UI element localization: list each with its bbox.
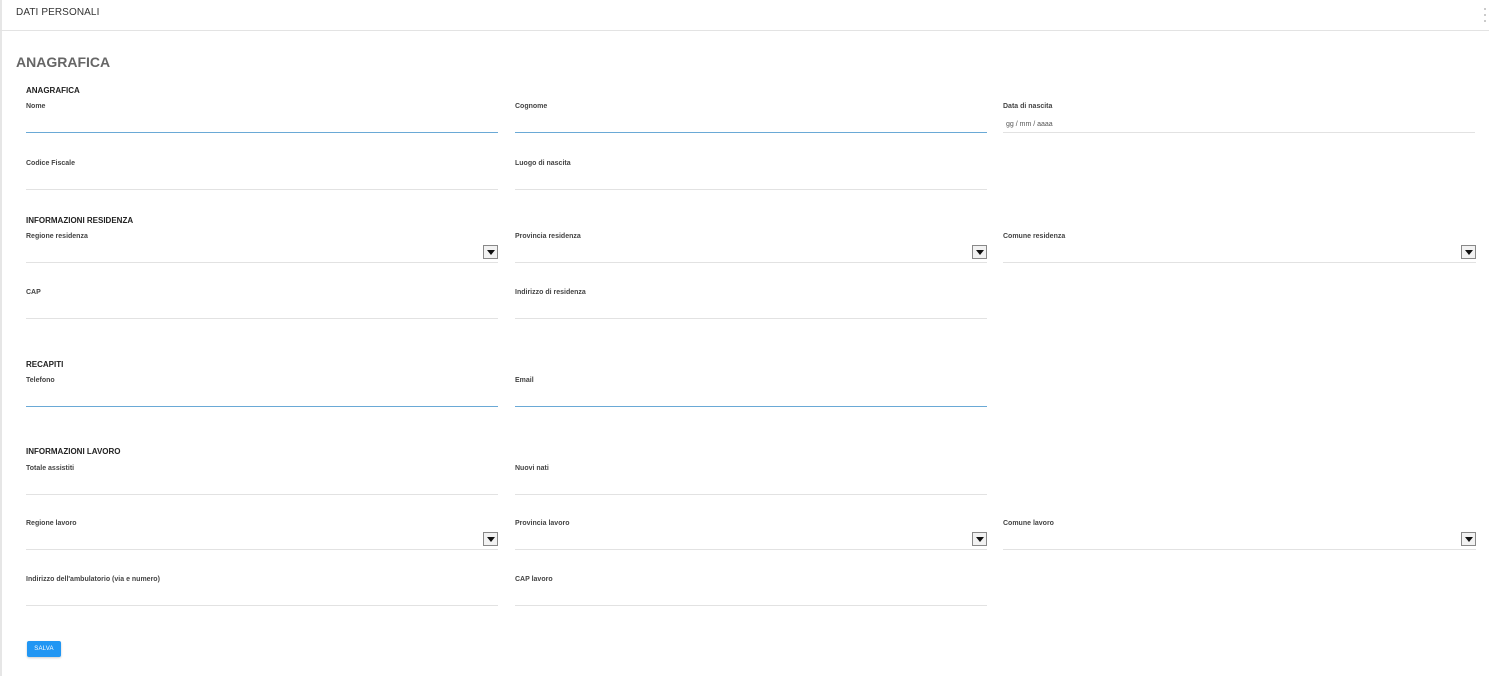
comune-residenza-select[interactable]: Comune residenza bbox=[1003, 233, 1476, 263]
indirizzo-ambulatorio-field[interactable]: Indirizzo dell'ambulatorio (via e numero… bbox=[26, 576, 498, 606]
regione-lavoro-underline bbox=[26, 549, 498, 550]
cap-label: CAP bbox=[26, 289, 41, 296]
comune-lavoro-label: Comune lavoro bbox=[1003, 520, 1054, 527]
email-field[interactable]: Email bbox=[515, 377, 987, 407]
more-vertical-icon[interactable] bbox=[1483, 8, 1487, 22]
indirizzo-residenza-field[interactable]: Indirizzo di residenza bbox=[515, 289, 987, 319]
luogo-nascita-label: Luogo di nascita bbox=[515, 160, 571, 167]
telefono-label: Telefono bbox=[26, 377, 55, 384]
email-label: Email bbox=[515, 377, 534, 384]
nome-label: Nome bbox=[26, 103, 46, 110]
comune-lavoro-underline bbox=[1003, 549, 1476, 550]
section-title-anagrafica: ANAGRAFICA bbox=[26, 86, 80, 95]
provincia-lavoro-underline bbox=[515, 549, 987, 550]
caret-down-icon[interactable] bbox=[483, 532, 498, 546]
indirizzo-residenza-underline bbox=[515, 318, 987, 319]
caret-down-icon[interactable] bbox=[972, 245, 987, 259]
data-nascita-label: Data di nascita bbox=[1003, 103, 1053, 110]
nome-field[interactable]: Nome bbox=[26, 103, 498, 133]
section-title-recapiti: RECAPITI bbox=[26, 360, 64, 369]
regione-residenza-select[interactable]: Regione residenza bbox=[26, 233, 498, 263]
cap-lavoro-label: CAP lavoro bbox=[515, 576, 553, 583]
provincia-residenza-underline bbox=[515, 262, 987, 263]
top-bar: DATI PERSONALI bbox=[0, 0, 1489, 31]
cap-underline bbox=[26, 318, 498, 319]
caret-down-icon[interactable] bbox=[1461, 532, 1476, 546]
codice-fiscale-underline bbox=[26, 189, 498, 190]
regione-residenza-label: Regione residenza bbox=[26, 233, 88, 240]
codice-fiscale-field[interactable]: Codice Fiscale bbox=[26, 160, 498, 190]
telefono-underline bbox=[26, 406, 498, 407]
indirizzo-residenza-label: Indirizzo di residenza bbox=[515, 289, 586, 296]
section-title-residenza: INFORMAZIONI RESIDENZA bbox=[26, 216, 134, 225]
left-border bbox=[0, 0, 2, 676]
caret-down-icon[interactable] bbox=[483, 245, 498, 259]
indirizzo-ambulatorio-label: Indirizzo dell'ambulatorio (via e numero… bbox=[26, 576, 160, 583]
nuovi-nati-underline bbox=[515, 494, 987, 495]
codice-fiscale-label: Codice Fiscale bbox=[26, 160, 76, 167]
cognome-underline bbox=[515, 132, 987, 133]
telefono-field[interactable]: Telefono bbox=[26, 377, 498, 407]
data-nascita-underline bbox=[1003, 132, 1475, 133]
save-button[interactable]: SALVA bbox=[27, 641, 61, 657]
luogo-nascita-field[interactable]: Luogo di nascita bbox=[515, 160, 987, 190]
totale-assistiti-label: Totale assistiti bbox=[26, 465, 75, 472]
cap-field[interactable]: CAP bbox=[26, 289, 498, 319]
nuovi-nati-field[interactable]: Nuovi nati bbox=[515, 465, 987, 495]
regione-residenza-underline bbox=[26, 262, 498, 263]
provincia-residenza-label: Provincia residenza bbox=[515, 233, 581, 240]
cap-lavoro-field[interactable]: CAP lavoro bbox=[515, 576, 987, 606]
provincia-lavoro-select[interactable]: Provincia lavoro bbox=[515, 520, 987, 550]
comune-residenza-label: Comune residenza bbox=[1003, 233, 1066, 240]
regione-lavoro-select[interactable]: Regione lavoro bbox=[26, 520, 498, 550]
page-title: ANAGRAFICA bbox=[16, 54, 111, 70]
cognome-label: Cognome bbox=[515, 103, 548, 110]
data-nascita-placeholder: gg / mm / aaaa bbox=[1006, 121, 1053, 128]
cognome-field[interactable]: Cognome bbox=[515, 103, 987, 133]
caret-down-icon[interactable] bbox=[1461, 245, 1476, 259]
caret-down-icon[interactable] bbox=[972, 532, 987, 546]
regione-lavoro-label: Regione lavoro bbox=[26, 520, 77, 527]
page-header-title: DATI PERSONALI bbox=[16, 7, 100, 18]
data-nascita-field[interactable]: Data di nascita gg / mm / aaaa bbox=[1003, 103, 1475, 133]
nome-underline bbox=[26, 132, 498, 133]
comune-residenza-underline bbox=[1003, 262, 1476, 263]
comune-lavoro-select[interactable]: Comune lavoro bbox=[1003, 520, 1476, 550]
indirizzo-ambulatorio-underline bbox=[26, 605, 498, 606]
totale-assistiti-underline bbox=[26, 494, 498, 495]
provincia-lavoro-label: Provincia lavoro bbox=[515, 520, 570, 527]
cap-lavoro-underline bbox=[515, 605, 987, 606]
totale-assistiti-field[interactable]: Totale assistiti bbox=[26, 465, 498, 495]
email-underline bbox=[515, 406, 987, 407]
nuovi-nati-label: Nuovi nati bbox=[515, 465, 549, 472]
section-title-lavoro: INFORMAZIONI LAVORO bbox=[26, 447, 121, 456]
luogo-nascita-underline bbox=[515, 189, 987, 190]
provincia-residenza-select[interactable]: Provincia residenza bbox=[515, 233, 987, 263]
